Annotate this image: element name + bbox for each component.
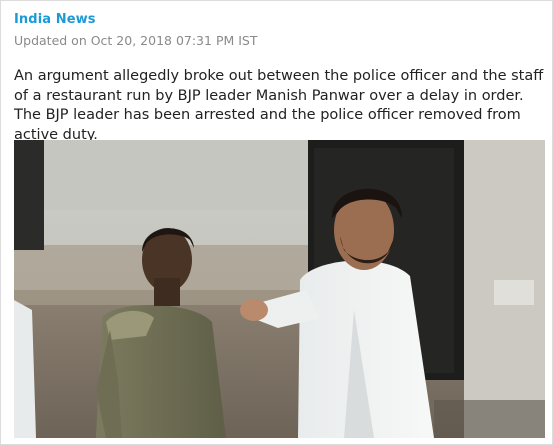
video-still-graphic (14, 140, 545, 438)
category-link[interactable]: India News (14, 12, 96, 27)
left-pillar (14, 140, 44, 250)
summary-text: An argument allegedly broke out between … (14, 68, 544, 143)
news-card: India News Updated on Oct 20, 2018 07:31… (0, 0, 553, 445)
video-still-image[interactable] (14, 140, 545, 438)
updated-timestamp: Updated on Oct 20, 2018 07:31 PM IST (14, 33, 258, 48)
